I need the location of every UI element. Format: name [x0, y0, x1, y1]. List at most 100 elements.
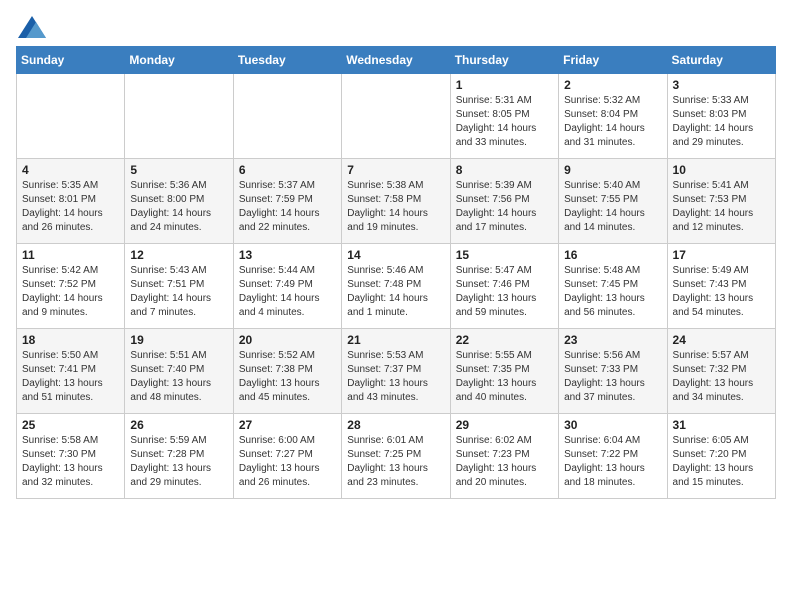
day-info: Sunrise: 5:43 AM Sunset: 7:51 PM Dayligh… [130, 264, 227, 320]
calendar-cell: 26 Sunrise: 5:59 AM Sunset: 7:28 PM Dayli… [125, 414, 233, 499]
day-info: Sunrise: 5:31 AM Sunset: 8:05 PM Dayligh… [456, 94, 553, 150]
calendar-cell: 23 Sunrise: 5:56 AM Sunset: 7:33 PM Dayli… [559, 329, 667, 414]
day-info: Sunrise: 5:49 AM Sunset: 7:43 PM Dayligh… [673, 264, 770, 320]
day-info: Sunrise: 5:42 AM Sunset: 7:52 PM Dayligh… [22, 264, 119, 320]
calendar-cell: 27Sunrise: 6:00 AM Sunset: 7:27 PM Dayli… [233, 414, 341, 499]
calendar-cell: 9 Sunrise: 5:40 AM Sunset: 7:55 PM Daylig… [559, 159, 667, 244]
day-number: 2 [564, 78, 661, 92]
day-info: Sunrise: 5:48 AM Sunset: 7:45 PM Dayligh… [564, 264, 661, 320]
day-number: 31 [673, 418, 770, 432]
calendar-header: SundayMondayTuesdayWednesdayThursdayFrid… [17, 47, 776, 74]
calendar-cell: 19 Sunrise: 5:51 AM Sunset: 7:40 PM Dayli… [125, 329, 233, 414]
calendar-cell: 5Sunrise: 5:36 AM Sunset: 8:00 PM Daylig… [125, 159, 233, 244]
day-info: Sunrise: 5:53 AM Sunset: 7:37 PM Dayligh… [347, 349, 444, 405]
calendar-cell: 20 Sunrise: 5:52 AM Sunset: 7:38 PM Dayli… [233, 329, 341, 414]
day-info: Sunrise: 5:57 AM Sunset: 7:32 PM Dayligh… [673, 349, 770, 405]
calendar-cell: 14Sunrise: 5:46 AM Sunset: 7:48 PM Dayli… [342, 244, 450, 329]
day-info: Sunrise: 5:33 AM Sunset: 8:03 PM Dayligh… [673, 94, 770, 150]
weekday-header: Monday [125, 47, 233, 74]
day-number: 4 [22, 163, 119, 177]
day-info: Sunrise: 5:38 AM Sunset: 7:58 PM Dayligh… [347, 179, 444, 235]
day-number: 30 [564, 418, 661, 432]
day-info: Sunrise: 5:37 AM Sunset: 7:59 PM Dayligh… [239, 179, 336, 235]
weekday-header: Saturday [667, 47, 775, 74]
day-info: Sunrise: 5:46 AM Sunset: 7:48 PM Dayligh… [347, 264, 444, 320]
day-info: Sunrise: 5:47 AM Sunset: 7:46 PM Dayligh… [456, 264, 553, 320]
calendar-cell: 24 Sunrise: 5:57 AM Sunset: 7:32 PM Dayli… [667, 329, 775, 414]
calendar-cell: 8Sunrise: 5:39 AM Sunset: 7:56 PM Daylig… [450, 159, 558, 244]
day-number: 20 [239, 333, 336, 347]
calendar-cell: 7 Sunrise: 5:38 AM Sunset: 7:58 PM Daylig… [342, 159, 450, 244]
header-row: SundayMondayTuesdayWednesdayThursdayFrid… [17, 47, 776, 74]
calendar-cell [342, 74, 450, 159]
day-info: Sunrise: 5:58 AM Sunset: 7:30 PM Dayligh… [22, 434, 119, 490]
day-number: 7 [347, 163, 444, 177]
calendar-cell [125, 74, 233, 159]
day-info: Sunrise: 5:56 AM Sunset: 7:33 PM Dayligh… [564, 349, 661, 405]
day-number: 1 [456, 78, 553, 92]
day-number: 17 [673, 248, 770, 262]
calendar-cell: 25 Sunrise: 5:58 AM Sunset: 7:30 PM Dayli… [17, 414, 125, 499]
weekday-header: Tuesday [233, 47, 341, 74]
calendar-cell: 30 Sunrise: 6:04 AM Sunset: 7:22 PM Dayli… [559, 414, 667, 499]
day-info: Sunrise: 5:40 AM Sunset: 7:55 PM Dayligh… [564, 179, 661, 235]
day-info: Sunrise: 5:59 AM Sunset: 7:28 PM Dayligh… [130, 434, 227, 490]
day-number: 18 [22, 333, 119, 347]
calendar-cell: 22 Sunrise: 5:55 AM Sunset: 7:35 PM Dayli… [450, 329, 558, 414]
calendar-cell: 12 Sunrise: 5:43 AM Sunset: 7:51 PM Dayli… [125, 244, 233, 329]
day-number: 23 [564, 333, 661, 347]
day-number: 21 [347, 333, 444, 347]
calendar-week-row: 4 Sunrise: 5:35 AM Sunset: 8:01 PM Daylig… [17, 159, 776, 244]
day-number: 3 [673, 78, 770, 92]
calendar-week-row: 1 Sunrise: 5:31 AM Sunset: 8:05 PM Daylig… [17, 74, 776, 159]
calendar-cell: 29 Sunrise: 6:02 AM Sunset: 7:23 PM Dayli… [450, 414, 558, 499]
calendar-cell: 18 Sunrise: 5:50 AM Sunset: 7:41 PM Dayli… [17, 329, 125, 414]
day-number: 29 [456, 418, 553, 432]
day-info: Sunrise: 5:55 AM Sunset: 7:35 PM Dayligh… [456, 349, 553, 405]
calendar-cell: 15Sunrise: 5:47 AM Sunset: 7:46 PM Dayli… [450, 244, 558, 329]
calendar-table: SundayMondayTuesdayWednesdayThursdayFrid… [16, 46, 776, 499]
calendar-body: 1 Sunrise: 5:31 AM Sunset: 8:05 PM Daylig… [17, 74, 776, 499]
calendar-cell: 11 Sunrise: 5:42 AM Sunset: 7:52 PM Dayli… [17, 244, 125, 329]
day-info: Sunrise: 5:44 AM Sunset: 7:49 PM Dayligh… [239, 264, 336, 320]
day-number: 19 [130, 333, 227, 347]
day-info: Sunrise: 5:35 AM Sunset: 8:01 PM Dayligh… [22, 179, 119, 235]
calendar-week-row: 11 Sunrise: 5:42 AM Sunset: 7:52 PM Dayli… [17, 244, 776, 329]
day-info: Sunrise: 5:52 AM Sunset: 7:38 PM Dayligh… [239, 349, 336, 405]
day-info: Sunrise: 6:05 AM Sunset: 7:20 PM Dayligh… [673, 434, 770, 490]
calendar-cell: 4 Sunrise: 5:35 AM Sunset: 8:01 PM Daylig… [17, 159, 125, 244]
weekday-header: Thursday [450, 47, 558, 74]
calendar-cell: 1 Sunrise: 5:31 AM Sunset: 8:05 PM Daylig… [450, 74, 558, 159]
day-number: 24 [673, 333, 770, 347]
calendar-cell: 2 Sunrise: 5:32 AM Sunset: 8:04 PM Daylig… [559, 74, 667, 159]
calendar-week-row: 25 Sunrise: 5:58 AM Sunset: 7:30 PM Dayli… [17, 414, 776, 499]
day-info: Sunrise: 5:32 AM Sunset: 8:04 PM Dayligh… [564, 94, 661, 150]
calendar-cell [233, 74, 341, 159]
day-number: 10 [673, 163, 770, 177]
day-number: 13 [239, 248, 336, 262]
calendar-week-row: 18 Sunrise: 5:50 AM Sunset: 7:41 PM Dayli… [17, 329, 776, 414]
day-number: 12 [130, 248, 227, 262]
day-info: Sunrise: 5:50 AM Sunset: 7:41 PM Dayligh… [22, 349, 119, 405]
calendar-cell [17, 74, 125, 159]
calendar-cell: 31 Sunrise: 6:05 AM Sunset: 7:20 PM Dayli… [667, 414, 775, 499]
day-number: 9 [564, 163, 661, 177]
day-number: 26 [130, 418, 227, 432]
day-info: Sunrise: 6:02 AM Sunset: 7:23 PM Dayligh… [456, 434, 553, 490]
day-number: 27 [239, 418, 336, 432]
day-info: Sunrise: 6:04 AM Sunset: 7:22 PM Dayligh… [564, 434, 661, 490]
day-number: 22 [456, 333, 553, 347]
day-number: 25 [22, 418, 119, 432]
day-number: 5 [130, 163, 227, 177]
day-number: 8 [456, 163, 553, 177]
weekday-header: Friday [559, 47, 667, 74]
calendar-cell: 13 Sunrise: 5:44 AM Sunset: 7:49 PM Dayli… [233, 244, 341, 329]
calendar-cell: 17 Sunrise: 5:49 AM Sunset: 7:43 PM Dayli… [667, 244, 775, 329]
calendar-cell: 21 Sunrise: 5:53 AM Sunset: 7:37 PM Dayli… [342, 329, 450, 414]
calendar-cell: 28Sunrise: 6:01 AM Sunset: 7:25 PM Dayli… [342, 414, 450, 499]
day-number: 28 [347, 418, 444, 432]
day-info: Sunrise: 5:51 AM Sunset: 7:40 PM Dayligh… [130, 349, 227, 405]
calendar-cell: 6Sunrise: 5:37 AM Sunset: 7:59 PM Daylig… [233, 159, 341, 244]
logo [16, 16, 48, 38]
day-number: 11 [22, 248, 119, 262]
